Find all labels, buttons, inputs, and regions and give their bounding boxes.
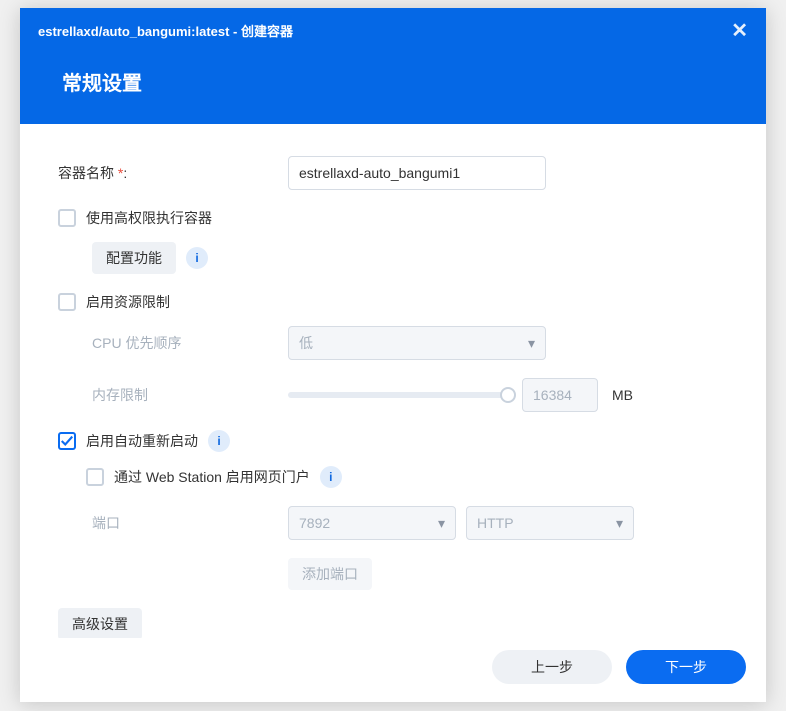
web-station-row: 通过 Web Station 启用网页门户 i — [58, 466, 728, 488]
memory-unit: MB — [612, 387, 633, 403]
port-number-select: 7892 ▾ — [288, 506, 456, 540]
port-protocol-select: HTTP ▾ — [466, 506, 634, 540]
modal-title: estrellaxd/auto_bangumi:latest - 创建容器 — [38, 21, 293, 40]
info-icon[interactable]: i — [320, 466, 342, 488]
modal-footer: 上一步 下一步 — [20, 638, 766, 702]
port-label: 端口 — [58, 513, 288, 533]
info-icon[interactable]: i — [186, 247, 208, 269]
advanced-settings-row: 高级设置 — [58, 608, 728, 638]
resource-limit-label: 启用资源限制 — [86, 292, 170, 312]
web-station-checkbox[interactable] — [86, 468, 104, 486]
memory-limit-input — [522, 378, 598, 412]
page-title: 常规设置 — [20, 49, 766, 124]
advanced-settings-button[interactable]: 高级设置 — [58, 608, 142, 638]
modal-body: 容器名称 *: 使用高权限执行容器 配置功能 i 启用资源限制 CPU 优先顺序 — [20, 124, 766, 638]
memory-limit-row: 内存限制 MB — [58, 378, 728, 412]
titlebar: estrellaxd/auto_bangumi:latest - 创建容器 ✕ — [20, 8, 766, 49]
resource-limit-checkbox[interactable] — [58, 293, 76, 311]
close-icon[interactable]: ✕ — [731, 18, 748, 43]
cpu-priority-select: 低 ▾ — [288, 326, 546, 360]
high-privilege-row: 使用高权限执行容器 — [58, 208, 728, 228]
memory-limit-label: 内存限制 — [58, 385, 288, 405]
container-name-row: 容器名称 *: — [58, 156, 728, 190]
modal-header: estrellaxd/auto_bangumi:latest - 创建容器 ✕ … — [20, 8, 766, 124]
resource-limit-row: 启用资源限制 — [58, 292, 728, 312]
slider-thumb — [500, 387, 516, 403]
container-name-label: 容器名称 *: — [58, 163, 288, 183]
config-features-row: 配置功能 i — [58, 242, 728, 274]
high-privilege-checkbox[interactable] — [58, 209, 76, 227]
container-name-input[interactable] — [288, 156, 546, 190]
create-container-modal: estrellaxd/auto_bangumi:latest - 创建容器 ✕ … — [20, 8, 766, 702]
info-icon[interactable]: i — [208, 430, 230, 452]
memory-slider — [288, 392, 508, 398]
chevron-down-icon: ▾ — [616, 515, 623, 532]
cpu-priority-label: CPU 优先顺序 — [58, 333, 288, 353]
chevron-down-icon: ▾ — [528, 335, 535, 352]
add-port-row: 添加端口 — [58, 558, 728, 590]
high-privilege-label: 使用高权限执行容器 — [86, 208, 212, 228]
chevron-down-icon: ▾ — [438, 515, 445, 532]
add-port-button: 添加端口 — [288, 558, 372, 590]
auto-restart-label: 启用自动重新启动 — [86, 431, 198, 451]
prev-button[interactable]: 上一步 — [492, 650, 612, 684]
auto-restart-row: 启用自动重新启动 i — [58, 430, 728, 452]
cpu-priority-row: CPU 优先顺序 低 ▾ — [58, 326, 728, 360]
next-button[interactable]: 下一步 — [626, 650, 746, 684]
web-station-label: 通过 Web Station 启用网页门户 — [114, 467, 310, 487]
config-features-button[interactable]: 配置功能 — [92, 242, 176, 274]
port-row: 端口 7892 ▾ HTTP ▾ — [58, 506, 728, 540]
auto-restart-checkbox[interactable] — [58, 432, 76, 450]
